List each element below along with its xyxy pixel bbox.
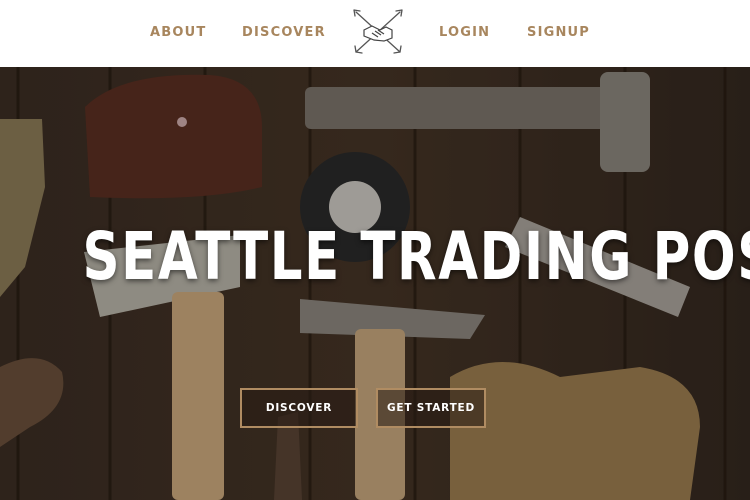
nav-signup-link[interactable]: SIGNUP — [527, 24, 590, 42]
hero-title: SEATTLE TRADING POST — [82, 218, 750, 295]
hero-section: SEATTLE TRADING POST DISCOVER GET STARTE… — [0, 67, 750, 500]
top-navbar: ABOUT DISCOVER LOGIN SIGNUP — [0, 0, 750, 67]
discover-button[interactable]: DISCOVER — [240, 388, 358, 428]
nav-login-link[interactable]: LOGIN — [439, 24, 490, 42]
nav-discover-link[interactable]: DISCOVER — [242, 24, 326, 42]
nav-about-link[interactable]: ABOUT — [150, 24, 206, 42]
handshake-arrows-icon[interactable] — [352, 8, 404, 56]
get-started-button[interactable]: GET STARTED — [376, 388, 486, 428]
